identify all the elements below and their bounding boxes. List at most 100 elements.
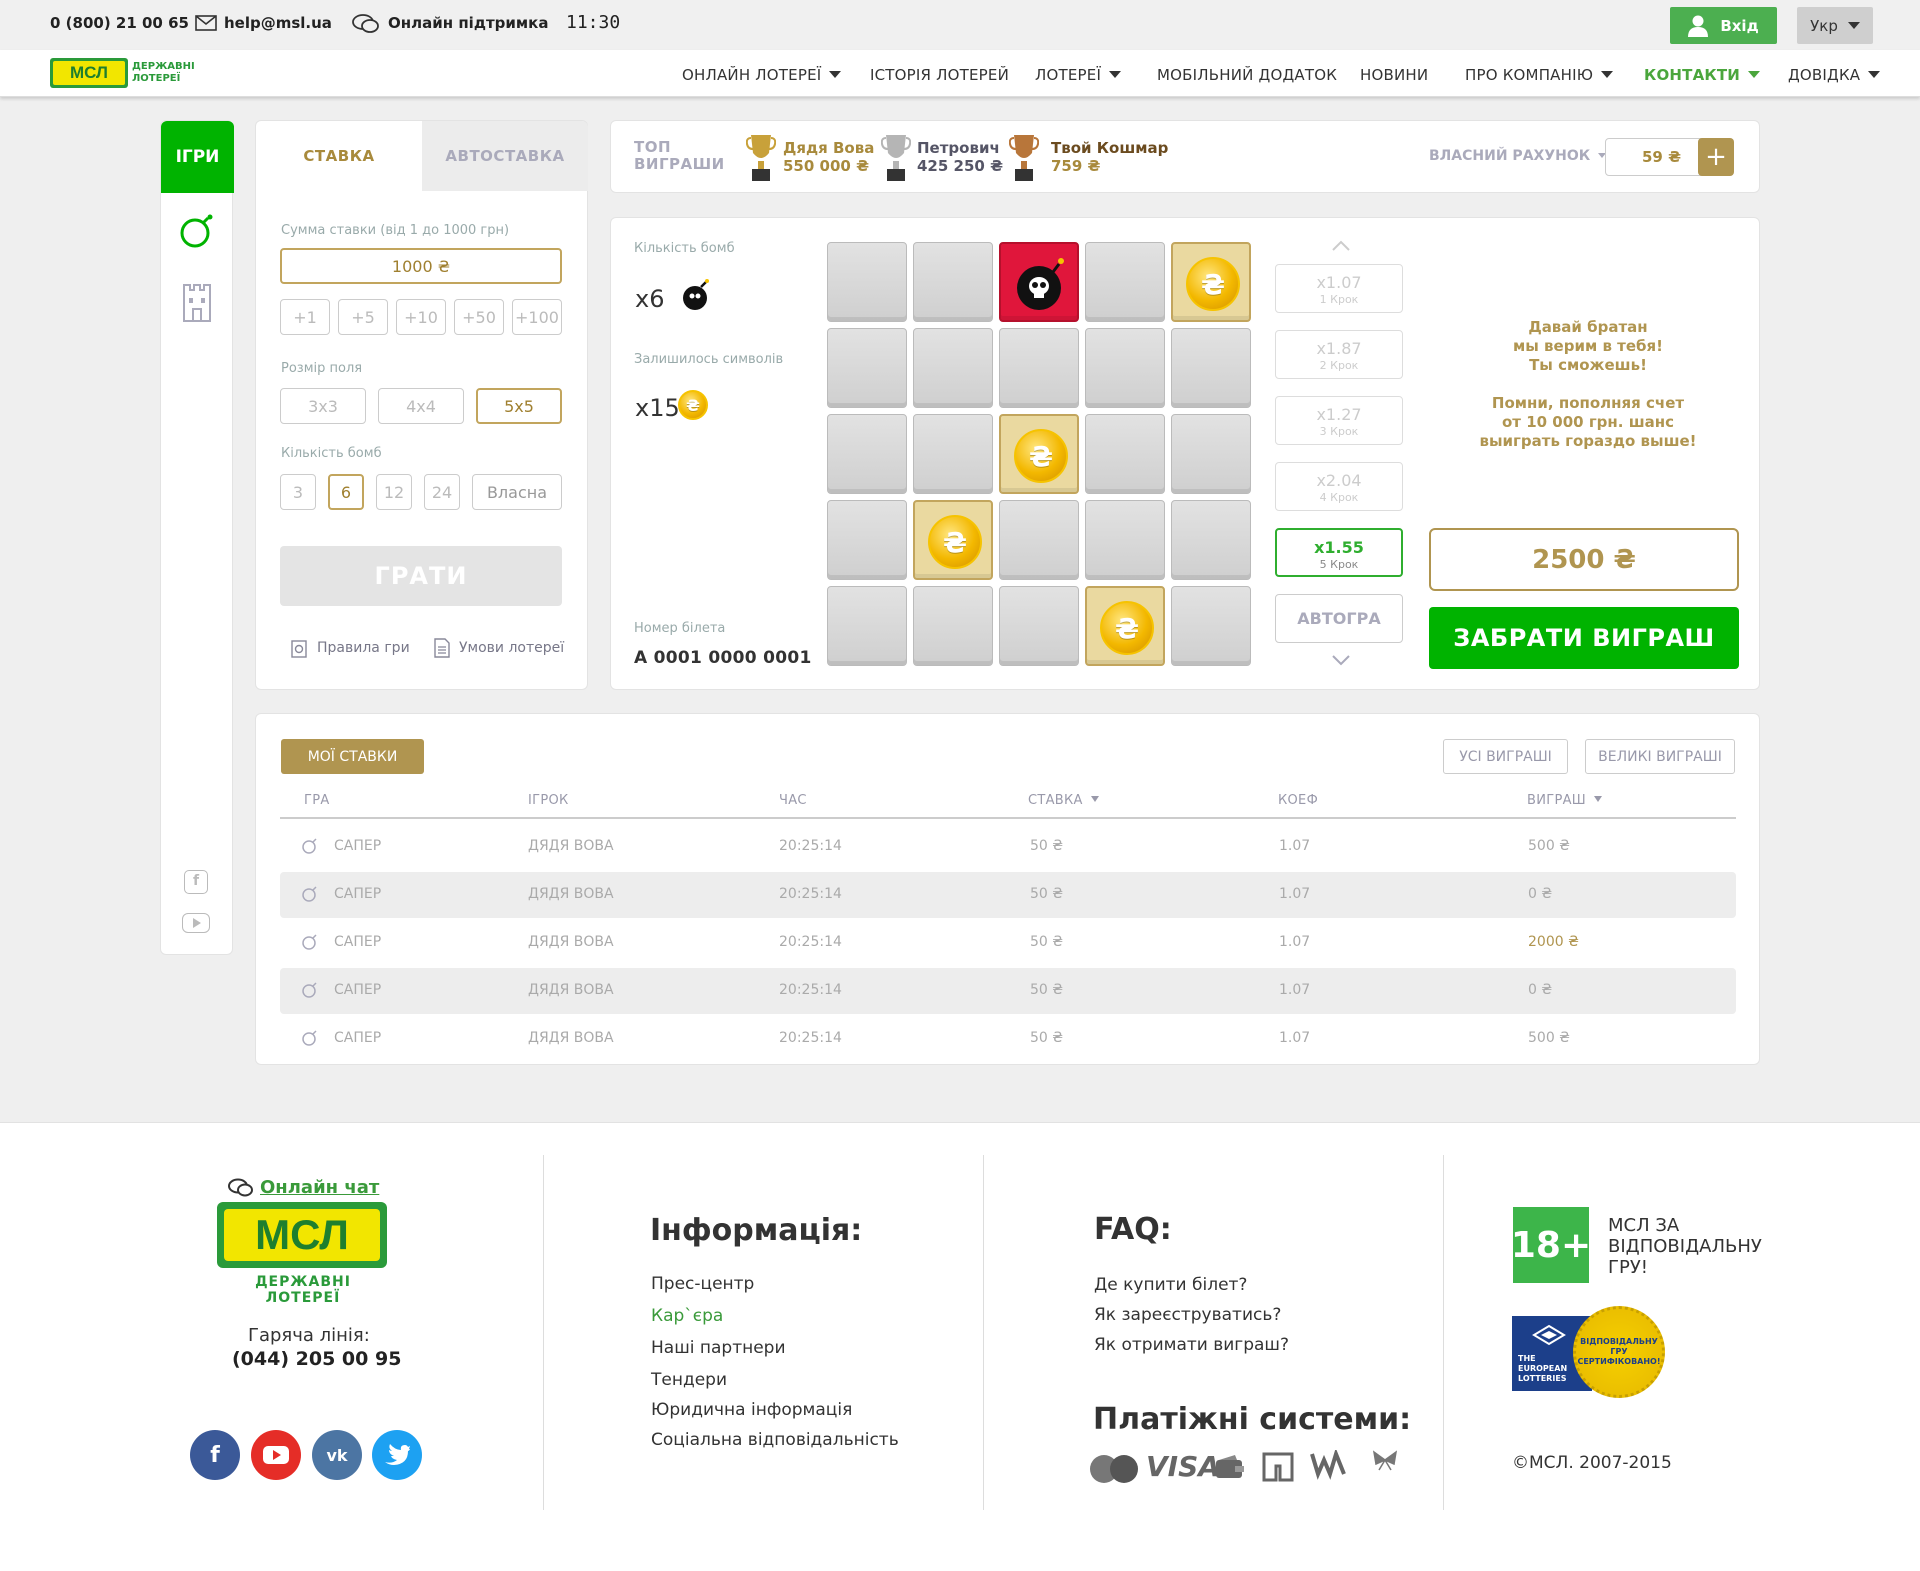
nav-lottery-history[interactable]: ІСТОРІЯ ЛОТЕРЕЙ [870, 66, 1009, 84]
field-size-3x3[interactable]: 3x3 [280, 388, 366, 424]
bomb-game-icon[interactable] [179, 213, 215, 249]
board-cell[interactable] [913, 586, 993, 666]
nav-help[interactable]: ДОВІДКА [1788, 66, 1881, 84]
bet-amount-input[interactable]: 1000 ₴ [280, 248, 562, 284]
copyright: ©МСЛ. 2007-2015 [1512, 1453, 1672, 1473]
online-support-link[interactable]: Онлайн підтримка [388, 14, 548, 32]
nav-news[interactable]: НОВИНИ [1360, 66, 1428, 84]
bombs-12-button[interactable]: 12 [376, 474, 412, 510]
online-chat-link[interactable]: Онлайн чат [260, 1177, 379, 1198]
hotline-number[interactable]: (044) 205 00 95 [232, 1348, 401, 1370]
board-cell-bomb[interactable] [999, 242, 1079, 322]
tab-bet[interactable]: СТАВКА [256, 121, 422, 191]
board-cell-coin[interactable]: ₴ [913, 500, 993, 580]
board-cell[interactable] [1171, 414, 1251, 494]
bombs-6-button[interactable]: 6 [328, 474, 364, 510]
faq-register[interactable]: Як зареєструватись? [1094, 1305, 1281, 1325]
email-link[interactable]: help@msl.ua [224, 14, 332, 32]
bombs-label: Кількість бомб [634, 241, 735, 256]
collect-win-button[interactable]: ЗАБРАТИ ВИГРАШ [1429, 607, 1739, 669]
board-cell[interactable] [1085, 242, 1165, 322]
all-wins-tab[interactable]: УСІ ВИГРАШІ [1443, 739, 1568, 774]
games-sidebar: ІГРИ f [160, 120, 234, 955]
nav-about[interactable]: ПРО КОМПАНІЮ [1465, 66, 1614, 84]
board-cell[interactable] [1171, 500, 1251, 580]
board-cell[interactable] [999, 328, 1079, 408]
board-cell[interactable] [913, 328, 993, 408]
top-win-3-name: Твой Кошмар [1051, 139, 1169, 157]
youtube-icon[interactable] [182, 913, 210, 933]
youtube-icon[interactable] [251, 1430, 301, 1480]
tab-autobet[interactable]: АВТОСТАВКА [422, 121, 588, 191]
board-cell-coin[interactable]: ₴ [999, 414, 1079, 494]
board-cell[interactable] [913, 414, 993, 494]
faq-get-win[interactable]: Як отримати виграш? [1094, 1335, 1289, 1355]
ticket-number: A 0001 0000 0001 [634, 648, 812, 668]
vk-icon[interactable]: vk [312, 1430, 362, 1480]
field-size-5x5[interactable]: 5x5 [476, 388, 562, 424]
current-win-amount: 2500 ₴ [1429, 528, 1739, 591]
bombs-24-button[interactable]: 24 [424, 474, 460, 510]
my-bets-tab[interactable]: МОЇ СТАВКИ [281, 739, 424, 774]
add-funds-button[interactable]: + [1698, 138, 1734, 176]
language-select[interactable]: Укр [1797, 7, 1873, 44]
board-cell[interactable] [1171, 586, 1251, 666]
play-button[interactable]: ГРАТИ [280, 546, 562, 606]
board-cell[interactable] [827, 414, 907, 494]
top-win-3-amount: 759 ₴ [1051, 157, 1101, 175]
coin-icon: ₴ [1100, 601, 1154, 655]
board-cell[interactable] [1171, 328, 1251, 408]
footer-logo[interactable]: МСЛ ДЕРЖАВНІ ЛОТЕРЕЇ [215, 1200, 391, 1306]
col-win[interactable]: ВИГРАШ [1527, 793, 1603, 808]
facebook-icon[interactable]: f [184, 870, 208, 894]
login-button[interactable]: Вхід [1670, 7, 1777, 44]
link-social[interactable]: Соціальна відповідальність [651, 1430, 899, 1450]
board-cell[interactable] [913, 242, 993, 322]
board-cell-coin[interactable]: ₴ [1171, 242, 1251, 322]
link-tenders[interactable]: Тендери [651, 1370, 727, 1390]
board-cell[interactable] [1085, 500, 1165, 580]
terms-link[interactable]: Умови лотереї [459, 640, 564, 656]
increment-50-button[interactable]: +50 [454, 299, 504, 335]
bombs-3-button[interactable]: 3 [280, 474, 316, 510]
castle-game-icon[interactable] [181, 281, 213, 323]
nav-online-lotteries[interactable]: ОНЛАЙН ЛОТЕРЕЇ [682, 66, 842, 84]
link-partners[interactable]: Наші партнери [651, 1338, 786, 1358]
board-cell[interactable] [999, 500, 1079, 580]
autoplay-button[interactable]: АВТОГРА [1275, 594, 1403, 643]
field-size-4x4[interactable]: 4x4 [378, 388, 464, 424]
increment-100-button[interactable]: +100 [512, 299, 562, 335]
rules-link[interactable]: Правила гри [317, 640, 410, 656]
logo[interactable]: МСЛ ДЕРЖАВНІ ЛОТЕРЕЇ [50, 58, 195, 90]
twitter-icon[interactable] [372, 1430, 422, 1480]
bomb-icon [301, 1029, 319, 1051]
board-cell[interactable] [827, 328, 907, 408]
faq-buy-ticket[interactable]: Де купити білет? [1094, 1275, 1247, 1295]
chevron-up-icon[interactable] [1331, 240, 1351, 252]
col-bet[interactable]: СТАВКА [1028, 793, 1099, 808]
board-cell[interactable] [999, 586, 1079, 666]
account-select[interactable]: ВЛАСНИЙ РАХУНОК [1429, 148, 1607, 164]
chevron-down-icon[interactable] [1331, 654, 1351, 666]
bombs-custom-button[interactable]: Власна [472, 474, 562, 510]
board-cell[interactable] [1085, 414, 1165, 494]
board-cell[interactable] [827, 500, 907, 580]
increment-1-button[interactable]: +1 [280, 299, 330, 335]
bombs-value: x6 [635, 285, 665, 313]
facebook-icon[interactable]: f [190, 1430, 240, 1480]
nav-contacts[interactable]: КОНТАКТИ [1644, 66, 1761, 84]
nav-mobile-app[interactable]: МОБІЛЬНИЙ ДОДАТОК [1157, 66, 1337, 84]
link-career[interactable]: Кар`єра [651, 1306, 723, 1326]
increment-10-button[interactable]: +10 [396, 299, 446, 335]
board-cell[interactable] [1085, 328, 1165, 408]
board-cell-coin[interactable]: ₴ [1085, 586, 1165, 666]
cell-time: 20:25:14 [779, 1030, 842, 1046]
increment-5-button[interactable]: +5 [338, 299, 388, 335]
nav-lotteries[interactable]: ЛОТЕРЕЇ [1035, 66, 1122, 84]
link-press[interactable]: Прес-центр [651, 1274, 754, 1294]
link-legal[interactable]: Юридична інформація [651, 1400, 852, 1420]
phone-number[interactable]: 0 (800) 21 00 65 [50, 14, 189, 32]
big-wins-tab[interactable]: ВЕЛИКІ ВИГРАШІ [1585, 739, 1735, 774]
board-cell[interactable] [827, 586, 907, 666]
board-cell[interactable] [827, 242, 907, 322]
